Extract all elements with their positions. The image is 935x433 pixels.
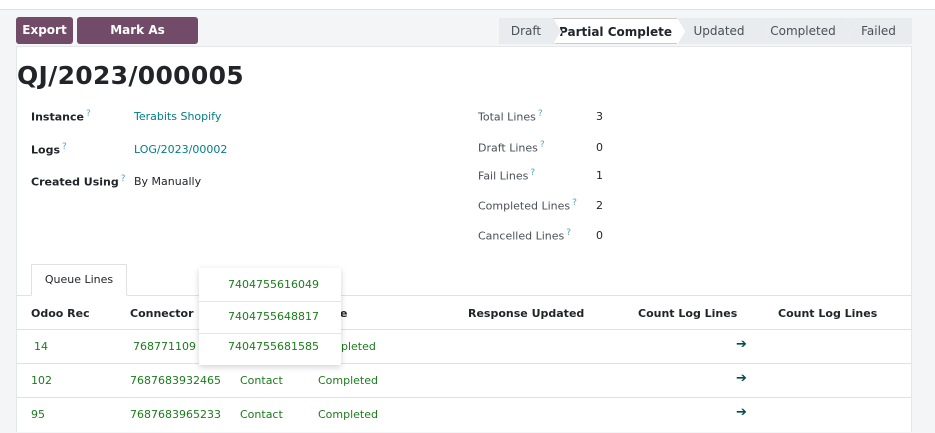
row-connector: 768771109 [133,340,196,353]
logs-label: Logs? [31,142,67,157]
col-response-updated[interactable]: Response Updated [468,307,584,320]
row-type: Contact [240,374,283,387]
total-lines-label: Total Lines? [478,109,543,124]
arrow-right-icon[interactable]: ➔ [736,405,747,420]
mark-as-complete-button[interactable]: Mark As Complete [77,17,198,64]
popup-divider [199,301,341,302]
draft-lines-label: Draft Lines? [478,140,545,155]
fail-lines-label: Fail Lines? [478,168,536,183]
row-state: Completed [318,408,378,421]
instance-link[interactable]: Terabits Shopify [134,110,221,123]
row-odoo-rec: 102 [31,374,52,387]
popup-item[interactable]: 7404755681585 [228,340,319,353]
arrow-right-icon[interactable]: ➔ [736,371,747,386]
top-bar [0,0,935,10]
row-odoo-rec: 95 [31,408,45,421]
stage-completed[interactable]: Completed [761,18,853,44]
page-title: QJ/2023/000005 [17,61,244,90]
tab-divider [16,295,912,296]
cancelled-lines-label: Cancelled Lines? [478,228,572,243]
row-state: Completed [318,374,378,387]
export-button[interactable]: Export [16,17,73,44]
stage-draft[interactable]: Draft [499,18,561,44]
created-using-value: By Manually [134,175,202,188]
completed-lines-value: 2 [596,199,603,212]
fail-lines-value: 1 [596,169,603,182]
col-odoo-rec[interactable]: Odoo Rec [31,307,90,320]
col-state-partial[interactable]: e [340,307,347,320]
draft-lines-value: 0 [596,141,603,154]
logs-link[interactable]: LOG/2023/00002 [134,143,227,156]
created-using-label: Created Using? [31,174,126,189]
status-bar: Draft Partial Complete Updated Completed… [499,18,912,45]
row-odoo-rec: 14 [34,340,48,353]
row-connector: 7687683965233 [130,408,221,421]
col-count-log-lines[interactable]: Count Log Lines [638,307,737,320]
col-count-log-lines-2[interactable]: Count Log Lines [778,307,877,320]
completed-lines-label: Completed Lines? [478,198,577,213]
arrow-right-icon[interactable]: ➔ [736,337,747,352]
tab-queue-lines[interactable]: Queue Lines [31,264,127,296]
popup-divider [199,333,341,334]
total-lines-value: 3 [596,110,603,123]
row-type: Contact [240,408,283,421]
dropdown-popup: 7404755616049 7404755648817 740475568158… [199,268,341,365]
stage-partial-complete[interactable]: Partial Complete [553,18,685,45]
popup-item[interactable]: 7404755616049 [228,278,319,291]
instance-label: Instance? [31,109,91,124]
stage-updated[interactable]: Updated [677,18,769,44]
popup-item[interactable]: 7404755648817 [228,310,319,323]
col-connector[interactable]: Connector [130,307,194,320]
row-state: pleted [341,340,376,353]
cancelled-lines-value: 0 [596,229,603,242]
stage-failed[interactable]: Failed [845,18,912,44]
row-connector: 7687683932465 [130,374,221,387]
